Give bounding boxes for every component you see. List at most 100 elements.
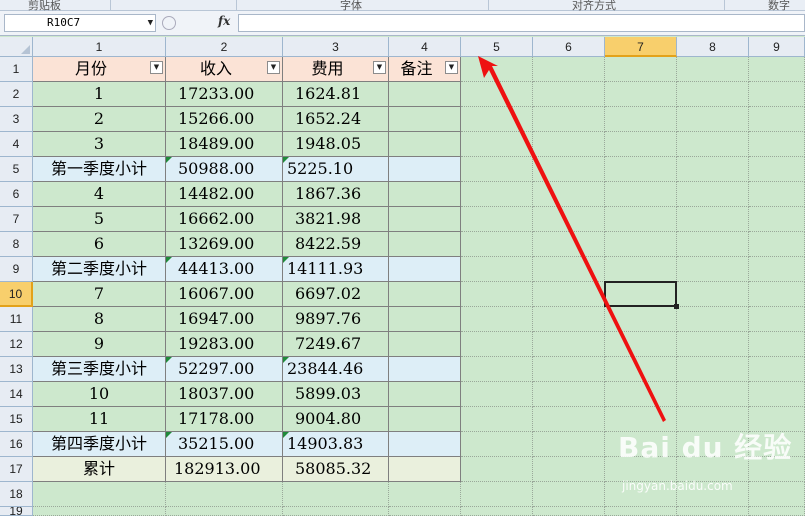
sheet-cell[interactable] <box>605 232 677 257</box>
sheet-cell[interactable] <box>677 357 749 382</box>
table-cell-month[interactable]: 8 <box>33 307 166 332</box>
sheet-cell[interactable] <box>461 82 533 107</box>
sheet-cell[interactable] <box>461 332 533 357</box>
sheet-cell[interactable] <box>605 332 677 357</box>
sheet-cell[interactable] <box>749 257 805 282</box>
table-cell-month[interactable]: 5 <box>33 207 166 232</box>
sheet-cell[interactable] <box>389 507 461 516</box>
column-header-1[interactable]: 1 <box>33 37 166 57</box>
sheet-cell[interactable] <box>677 107 749 132</box>
table-cell-income[interactable]: 17178.00 <box>166 407 283 432</box>
sheet-cell[interactable] <box>605 132 677 157</box>
sheet-cell[interactable] <box>166 507 283 516</box>
table-cell-note[interactable] <box>389 107 461 132</box>
table-header-cell[interactable]: 收入 ▼ <box>166 57 283 82</box>
sheet-cell[interactable] <box>166 482 283 507</box>
sheet-cell[interactable] <box>533 57 605 82</box>
row-header-19[interactable]: 19 <box>0 507 33 516</box>
sheet-cell[interactable] <box>605 507 677 516</box>
sheet-cell[interactable] <box>677 157 749 182</box>
table-header-cell[interactable]: 备注 ▼ <box>389 57 461 82</box>
table-cell-expense[interactable]: 1652.24 <box>283 107 389 132</box>
table-cell-expense[interactable]: 14111.93 <box>283 257 389 282</box>
sheet-cell[interactable] <box>677 207 749 232</box>
sheet-cell[interactable] <box>533 482 605 507</box>
name-box[interactable]: R10C7 ▼ <box>4 14 156 32</box>
active-cell[interactable] <box>604 281 679 309</box>
table-cell-income[interactable]: 15266.00 <box>166 107 283 132</box>
sheet-cell[interactable] <box>749 282 805 307</box>
sheet-cell[interactable] <box>461 182 533 207</box>
row-header-11[interactable]: 11 <box>0 307 33 332</box>
sheet-cell[interactable] <box>749 182 805 207</box>
sheet-cell[interactable] <box>677 332 749 357</box>
sheet-cell[interactable] <box>461 307 533 332</box>
sheet-cell[interactable] <box>533 232 605 257</box>
row-header-16[interactable]: 16 <box>0 432 33 457</box>
table-cell-expense[interactable]: 1624.81 <box>283 82 389 107</box>
sheet-cell[interactable] <box>677 132 749 157</box>
sheet-cell[interactable] <box>389 482 461 507</box>
sheet-cell[interactable] <box>461 207 533 232</box>
table-cell-income[interactable]: 19283.00 <box>166 332 283 357</box>
select-all-corner[interactable] <box>0 37 33 57</box>
row-header-4[interactable]: 4 <box>0 132 33 157</box>
table-cell-month[interactable]: 第一季度小计 <box>33 157 166 182</box>
table-cell-month[interactable]: 第二季度小计 <box>33 257 166 282</box>
sheet-cell[interactable] <box>605 157 677 182</box>
sheet-cell[interactable] <box>33 482 166 507</box>
table-cell-income[interactable]: 50988.00 <box>166 157 283 182</box>
row-header-7[interactable]: 7 <box>0 207 33 232</box>
sheet-cell[interactable] <box>461 482 533 507</box>
sheet-cell[interactable] <box>605 107 677 132</box>
table-cell-note[interactable] <box>389 332 461 357</box>
table-cell-note[interactable] <box>389 157 461 182</box>
table-cell-month[interactable]: 6 <box>33 232 166 257</box>
row-header-6[interactable]: 6 <box>0 182 33 207</box>
column-header-4[interactable]: 4 <box>389 37 461 57</box>
table-cell-note[interactable] <box>389 457 461 482</box>
table-cell-income[interactable]: 35215.00 <box>166 432 283 457</box>
column-header-2[interactable]: 2 <box>166 37 283 57</box>
table-cell-month[interactable]: 11 <box>33 407 166 432</box>
sheet-cell[interactable] <box>461 407 533 432</box>
table-cell-expense[interactable]: 5899.03 <box>283 382 389 407</box>
sheet-cell[interactable] <box>605 382 677 407</box>
table-cell-expense[interactable]: 6697.02 <box>283 282 389 307</box>
column-header-8[interactable]: 8 <box>677 37 749 57</box>
table-cell-month[interactable]: 4 <box>33 182 166 207</box>
table-cell-expense[interactable]: 5225.10 <box>283 157 389 182</box>
sheet-cell[interactable] <box>533 157 605 182</box>
sheet-cell[interactable] <box>533 182 605 207</box>
sheet-cell[interactable] <box>461 357 533 382</box>
sheet-cell[interactable] <box>605 182 677 207</box>
sheet-cell[interactable] <box>461 107 533 132</box>
sheet-cell[interactable] <box>749 507 805 516</box>
table-cell-income[interactable]: 52297.00 <box>166 357 283 382</box>
filter-dropdown-icon[interactable]: ▼ <box>445 61 458 74</box>
sheet-cell[interactable] <box>33 507 166 516</box>
table-cell-note[interactable] <box>389 282 461 307</box>
sheet-cell[interactable] <box>533 307 605 332</box>
table-cell-income[interactable]: 17233.00 <box>166 82 283 107</box>
sheet-cell[interactable] <box>749 307 805 332</box>
row-header-5[interactable]: 5 <box>0 157 33 182</box>
sheet-cell[interactable] <box>533 107 605 132</box>
sheet-cell[interactable] <box>677 57 749 82</box>
row-header-1[interactable]: 1 <box>0 57 33 82</box>
row-header-13[interactable]: 13 <box>0 357 33 382</box>
table-cell-note[interactable] <box>389 132 461 157</box>
table-cell-note[interactable] <box>389 407 461 432</box>
table-cell-month[interactable]: 第三季度小计 <box>33 357 166 382</box>
sheet-cell[interactable] <box>461 507 533 516</box>
sheet-cell[interactable] <box>533 457 605 482</box>
filter-dropdown-icon[interactable]: ▼ <box>150 61 163 74</box>
sheet-cell[interactable] <box>677 182 749 207</box>
sheet-cell[interactable] <box>533 207 605 232</box>
sheet-cell[interactable] <box>749 207 805 232</box>
table-cell-month[interactable]: 累计 <box>33 457 166 482</box>
sheet-cell[interactable] <box>461 157 533 182</box>
table-cell-note[interactable] <box>389 232 461 257</box>
formula-input[interactable] <box>238 14 805 32</box>
table-cell-expense[interactable]: 3821.98 <box>283 207 389 232</box>
